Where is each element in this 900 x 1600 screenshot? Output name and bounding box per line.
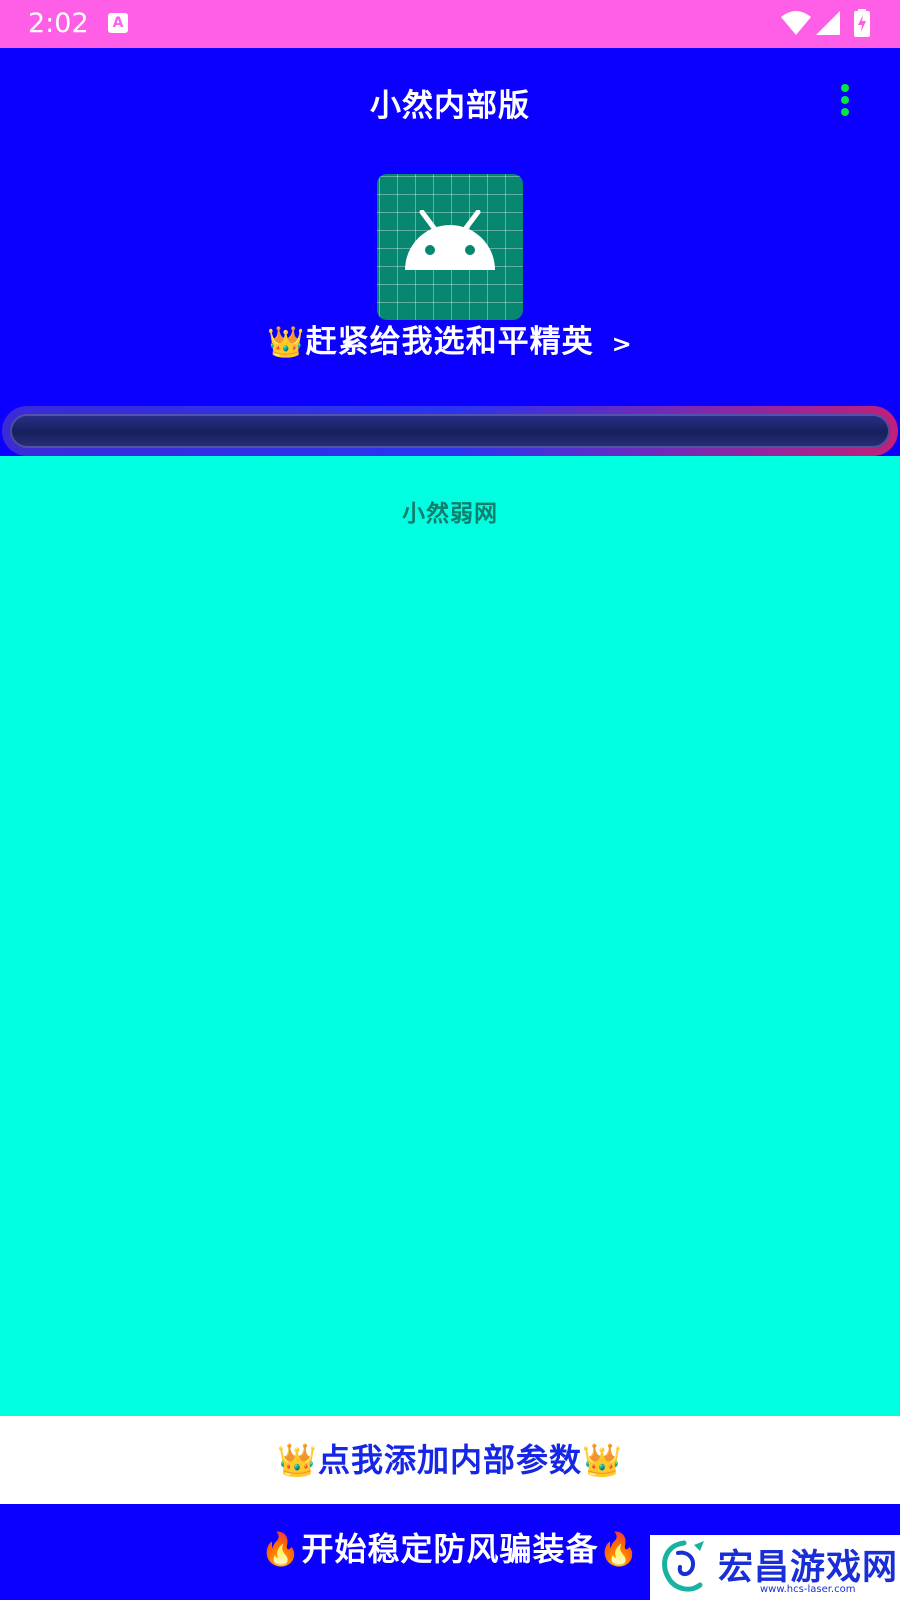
fire-icon: 🔥 bbox=[598, 1530, 640, 1568]
content-label: 小然弱网 bbox=[402, 500, 498, 527]
battery-charging-icon bbox=[854, 9, 870, 37]
app-logo bbox=[377, 174, 523, 320]
watermark-text: 宏昌游戏网 bbox=[718, 1548, 899, 1588]
crown-icon: 👑 bbox=[267, 325, 306, 360]
status-time: 2:02 bbox=[28, 8, 89, 39]
chevron-right-icon: > bbox=[611, 330, 633, 358]
signal-icon bbox=[816, 11, 840, 35]
content-area: 小然弱网 bbox=[0, 456, 900, 1416]
add-params-button[interactable]: 👑点我添加内部参数👑 bbox=[0, 1416, 900, 1504]
app-header: 小然内部版 👑赶紧给我选和平精英 > bbox=[0, 48, 900, 456]
watermark-url: www.hcs-laser.com bbox=[760, 1584, 856, 1595]
app-title: 小然内部版 bbox=[370, 88, 530, 124]
dragon-logo-icon bbox=[662, 1540, 704, 1592]
status-bar: 2:02 A bbox=[0, 0, 900, 48]
progress-track bbox=[10, 414, 890, 448]
crown-icon: 👑 bbox=[582, 1441, 623, 1479]
android-icon bbox=[405, 210, 495, 270]
watermark: 宏昌游戏网 www.hcs-laser.com bbox=[650, 1535, 900, 1600]
add-params-label: 点我添加内部参数 bbox=[317, 1441, 582, 1479]
fire-icon: 🔥 bbox=[260, 1530, 302, 1568]
notification-a-icon: A bbox=[108, 13, 128, 33]
game-selector-label: 赶紧给我选和平精英 bbox=[305, 324, 594, 360]
game-selector-link[interactable]: 👑赶紧给我选和平精英 > bbox=[0, 316, 900, 361]
more-vert-icon[interactable] bbox=[835, 84, 855, 124]
progress-bar bbox=[2, 406, 898, 456]
wifi-icon bbox=[781, 11, 811, 35]
crown-icon: 👑 bbox=[277, 1441, 318, 1479]
start-label: 开始稳定防风骗装备 bbox=[301, 1530, 599, 1568]
